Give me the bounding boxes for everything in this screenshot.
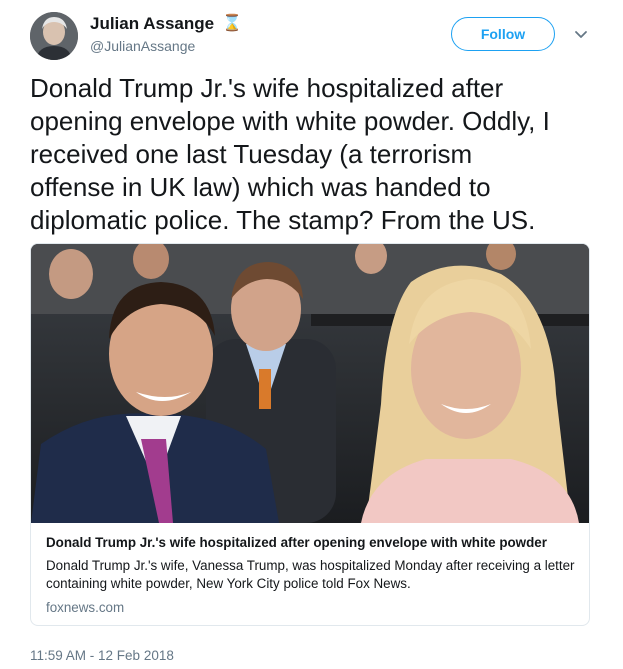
avatar-photo xyxy=(30,12,78,60)
card-description: Donald Trump Jr.'s wife, Vanessa Trump, … xyxy=(46,558,575,591)
chevron-down-icon[interactable] xyxy=(572,25,590,43)
user-handle[interactable]: @JulianAssange xyxy=(90,38,195,54)
timestamp[interactable]: 11:59 AM - 12 Feb 2018 xyxy=(30,648,174,663)
card-title[interactable]: Donald Trump Jr.'s wife hospitalized aft… xyxy=(46,535,581,550)
user-name[interactable]: Julian Assange xyxy=(90,14,214,34)
avatar[interactable] xyxy=(30,12,78,60)
card-image xyxy=(31,244,589,523)
user-name-row: Julian Assange ⌛ xyxy=(90,14,242,34)
card-domain[interactable]: foxnews.com xyxy=(46,600,124,615)
follow-button[interactable]: Follow xyxy=(451,17,555,51)
tweet-text: Donald Trump Jr.'s wife hospitalized aft… xyxy=(30,73,550,235)
hourglass-icon: ⌛ xyxy=(222,15,243,32)
link-card[interactable]: Donald Trump Jr.'s wife hospitalized aft… xyxy=(30,243,590,626)
